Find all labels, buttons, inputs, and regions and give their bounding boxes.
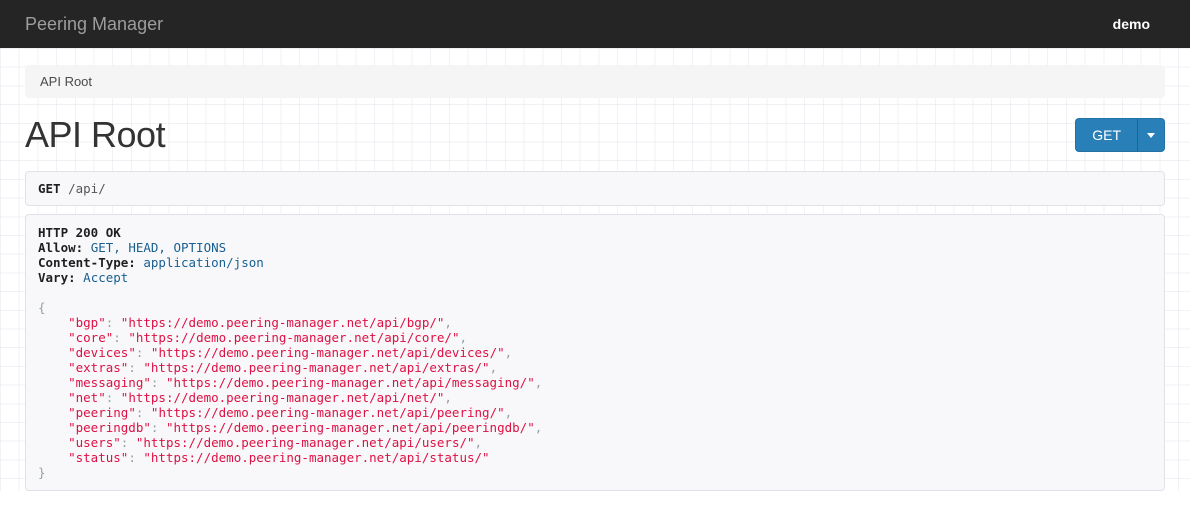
json-url-link[interactable]: https://demo.peering-manager.net/api/dev… [151, 345, 505, 360]
breadcrumb: API Root [25, 65, 1165, 98]
json-close-brace: } [38, 465, 1152, 480]
response-header-allow: Allow: GET, HEAD, OPTIONS [38, 240, 1152, 255]
json-entry: peering: https://demo.peering-manager.ne… [38, 405, 1152, 420]
header-value: Accept [83, 270, 128, 285]
json-key: peeringdb [68, 420, 151, 435]
json-key: peering [68, 405, 136, 420]
json-key: bgp [68, 315, 106, 330]
main-content: API Root API Root GET GET /api/ HTTP 200… [0, 48, 1190, 491]
json-entry: core: https://demo.peering-manager.net/a… [38, 330, 1152, 345]
request-line: GET /api/ [38, 181, 1152, 196]
json-key: devices [68, 345, 136, 360]
json-entry: peeringdb: https://demo.peering-manager.… [38, 420, 1152, 435]
blank-line [38, 285, 1152, 300]
title-row: API Root GET [25, 110, 1165, 160]
json-url-link[interactable]: https://demo.peering-manager.net/api/cor… [128, 330, 459, 345]
json-key: core [68, 330, 113, 345]
json-entry: bgp: https://demo.peering-manager.net/ap… [38, 315, 1152, 330]
json-url-link[interactable]: https://demo.peering-manager.net/api/sta… [143, 450, 489, 465]
request-method: GET [38, 181, 61, 196]
response-status-line: HTTP 200 OK [38, 225, 1152, 240]
top-navbar: Peering Manager demo [0, 0, 1190, 48]
request-path: /api/ [68, 181, 106, 196]
response-header-vary: Vary: Accept [38, 270, 1152, 285]
request-info: GET /api/ [25, 171, 1165, 206]
json-url-link[interactable]: https://demo.peering-manager.net/api/net… [121, 390, 445, 405]
json-key: users [68, 435, 121, 450]
json-url-link[interactable]: https://demo.peering-manager.net/api/mes… [166, 375, 535, 390]
json-open-brace: { [38, 300, 1152, 315]
json-entry: users: https://demo.peering-manager.net/… [38, 435, 1152, 450]
json-entry: net: https://demo.peering-manager.net/ap… [38, 390, 1152, 405]
header-value: application/json [143, 255, 263, 270]
brand-link[interactable]: Peering Manager [25, 14, 163, 35]
json-url-link[interactable]: https://demo.peering-manager.net/api/pee… [151, 405, 505, 420]
json-url-link[interactable]: https://demo.peering-manager.net/api/pee… [166, 420, 535, 435]
json-entry: status: https://demo.peering-manager.net… [38, 450, 1152, 465]
json-entry: extras: https://demo.peering-manager.net… [38, 360, 1152, 375]
json-key: messaging [68, 375, 151, 390]
json-key: status [68, 450, 128, 465]
breadcrumb-item-api-root[interactable]: API Root [40, 74, 92, 89]
json-entry: messaging: https://demo.peering-manager.… [38, 375, 1152, 390]
caret-down-icon [1147, 133, 1155, 138]
json-entry: devices: https://demo.peering-manager.ne… [38, 345, 1152, 360]
json-key: net [68, 390, 106, 405]
response-header-content-type: Content-Type: application/json [38, 255, 1152, 270]
json-url-link[interactable]: https://demo.peering-manager.net/api/ext… [143, 360, 489, 375]
get-dropdown-toggle[interactable] [1137, 118, 1165, 152]
get-button-group: GET [1075, 118, 1165, 152]
response-info: HTTP 200 OK Allow: GET, HEAD, OPTIONS Co… [25, 214, 1165, 491]
json-url-link[interactable]: https://demo.peering-manager.net/api/bgp… [121, 315, 445, 330]
header-value: GET, HEAD, OPTIONS [91, 240, 226, 255]
user-menu-link[interactable]: demo [1113, 16, 1150, 32]
get-button[interactable]: GET [1075, 118, 1137, 152]
json-key: extras [68, 360, 128, 375]
page-title: API Root [25, 114, 165, 156]
json-url-link[interactable]: https://demo.peering-manager.net/api/use… [136, 435, 475, 450]
